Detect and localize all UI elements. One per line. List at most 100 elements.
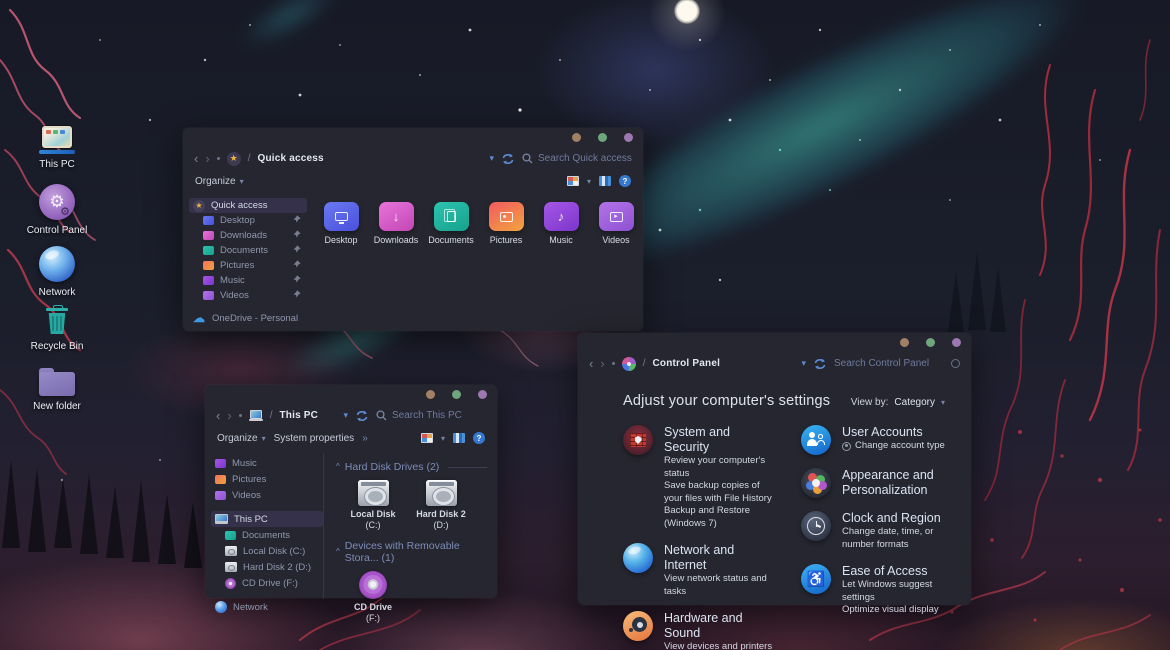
address-dropdown-icon[interactable]: ▾: [801, 358, 806, 369]
drive-hard-disk-2[interactable]: Hard Disk 2(D:): [412, 480, 470, 531]
window-control-dot-1[interactable]: [900, 338, 909, 347]
refresh-icon[interactable]: [501, 153, 515, 165]
folder-tile-music[interactable]: ♪Music: [543, 202, 579, 245]
view-by-value[interactable]: Category: [894, 397, 935, 408]
window-control-dot-3[interactable]: [624, 133, 633, 142]
recent-locations-icon[interactable]: [612, 362, 615, 365]
search-options-icon[interactable]: [951, 359, 960, 368]
back-button[interactable]: ‹: [216, 409, 220, 422]
recent-locations-icon[interactable]: [239, 414, 242, 417]
sidebar-item-documents[interactable]: Documents: [221, 527, 323, 543]
window-control-dot-2[interactable]: [598, 133, 607, 142]
view-dropdown-icon[interactable]: ▾: [441, 434, 445, 443]
forward-button[interactable]: ›: [600, 357, 604, 370]
organize-button[interactable]: Organize▾: [217, 433, 266, 444]
desktop-icon-control-panel[interactable]: ⚙⚙Control Panel: [22, 184, 92, 236]
sidebar-item-documents[interactable]: Documents: [199, 243, 307, 258]
sidebar-item-hard-disk-2-d-[interactable]: Hard Disk 2 (D:): [221, 559, 323, 575]
help-icon[interactable]: ?: [619, 175, 631, 187]
sidebar-item-videos[interactable]: Videos: [211, 487, 323, 503]
category-title[interactable]: Network and Internet: [664, 543, 773, 573]
address-path[interactable]: Quick access: [257, 153, 323, 164]
refresh-icon[interactable]: [355, 410, 369, 422]
organize-button[interactable]: Organize▾: [195, 176, 244, 187]
back-button[interactable]: ‹: [194, 152, 198, 165]
sidebar-item-pictures[interactable]: Pictures: [211, 471, 323, 487]
category-title[interactable]: Hardware and Sound: [664, 611, 773, 641]
category-link[interactable]: View devices and printers: [664, 641, 773, 650]
recent-locations-icon[interactable]: [217, 157, 220, 160]
category-link[interactable]: View network status and tasks: [664, 573, 773, 598]
folder-tile-pictures[interactable]: Pictures: [488, 202, 524, 245]
folder-tile-videos[interactable]: ▸Videos: [598, 202, 634, 245]
toolbar-overflow-icon[interactable]: »: [362, 433, 368, 444]
sidebar-item-label: This PC: [234, 514, 268, 525]
back-button[interactable]: ‹: [589, 357, 593, 370]
view-thumbnails-icon[interactable]: [567, 176, 579, 186]
category-title[interactable]: User Accounts: [842, 425, 945, 440]
address-dropdown-icon[interactable]: ▾: [489, 153, 494, 164]
sidebar-item-this-pc[interactable]: This PC: [211, 511, 323, 527]
search-box[interactable]: Search This PC: [376, 410, 486, 421]
category-link[interactable]: Optimize visual display: [842, 604, 951, 617]
group-header[interactable]: ^Devices with Removable Stora... (1): [336, 540, 487, 564]
sidebar-item-label: Local Disk (C:): [243, 546, 305, 557]
desktop-icon-recycle-bin[interactable]: Recycle Bin: [22, 304, 92, 352]
collapse-icon[interactable]: ^: [336, 547, 340, 556]
system-properties-button[interactable]: System properties: [274, 433, 355, 444]
window-control-dot-2[interactable]: [926, 338, 935, 347]
view-by-control[interactable]: View by: Category ▾: [851, 397, 945, 408]
address-path[interactable]: Control Panel: [652, 358, 720, 369]
category-title[interactable]: Clock and Region: [842, 511, 951, 526]
preview-pane-icon[interactable]: [599, 176, 611, 186]
category-link[interactable]: Change account type: [842, 440, 945, 453]
window-control-dot-1[interactable]: [426, 390, 435, 399]
folder-tile-desktop[interactable]: Desktop: [323, 202, 359, 245]
sidebar-item-desktop[interactable]: Desktop: [199, 213, 307, 228]
category-title[interactable]: System and Security: [664, 425, 773, 455]
sidebar-item-music[interactable]: Music: [199, 273, 307, 288]
sidebar-item-local-disk-c-[interactable]: Local Disk (C:): [221, 543, 323, 559]
window-control-dot-3[interactable]: [952, 338, 961, 347]
window-control-dot-1[interactable]: [572, 133, 581, 142]
window-control-dot-2[interactable]: [452, 390, 461, 399]
desktop-icon-this-pc[interactable]: This PC: [22, 126, 92, 170]
sidebar-item-onedrive[interactable]: ☁OneDrive - Personal: [189, 311, 307, 326]
collapse-icon[interactable]: ^: [336, 462, 340, 471]
folder-tile-downloads[interactable]: ↓Downloads: [378, 202, 414, 245]
forward-button[interactable]: ›: [205, 152, 209, 165]
refresh-icon[interactable]: [813, 358, 827, 370]
window-control-dot-3[interactable]: [478, 390, 487, 399]
help-icon[interactable]: ?: [473, 432, 485, 444]
category-title[interactable]: Ease of Access: [842, 564, 951, 579]
view-dropdown-icon[interactable]: ▾: [587, 177, 591, 186]
search-box[interactable]: Search Quick access: [522, 153, 632, 164]
sidebar-item-pictures[interactable]: Pictures: [199, 258, 307, 273]
drive-local-disk[interactable]: Local Disk(C:): [344, 480, 402, 531]
category-title[interactable]: Appearance and Personalization: [842, 468, 951, 498]
sidebar-item-cd-drive-f-[interactable]: CD Drive (F:): [221, 575, 323, 591]
sidebar-item-music[interactable]: Music: [211, 455, 323, 471]
category-link[interactable]: Review your computer's status: [664, 455, 773, 480]
category-link[interactable]: Let Windows suggest settings: [842, 579, 951, 604]
category-link[interactable]: Backup and Restore (Windows 7): [664, 505, 773, 530]
sidebar-item-quick-access[interactable]: ★Quick access: [189, 198, 307, 213]
search-box[interactable]: Search Control Panel: [834, 358, 944, 369]
folder-tile-documents[interactable]: Documents: [433, 202, 469, 245]
sidebar-item-label: OneDrive - Personal: [212, 313, 298, 324]
desktop-icon-network[interactable]: Network: [22, 246, 92, 298]
view-thumbnails-icon[interactable]: [421, 433, 433, 443]
desktop-icon-new-folder[interactable]: New folder: [22, 368, 92, 412]
recycle-bin-icon: [42, 304, 72, 336]
address-dropdown-icon[interactable]: ▾: [343, 410, 348, 421]
group-header[interactable]: ^Hard Disk Drives (2): [336, 461, 487, 473]
category-link[interactable]: Save backup copies of your files with Fi…: [664, 480, 773, 505]
address-path[interactable]: This PC: [279, 410, 318, 421]
sidebar-item-network[interactable]: Network: [211, 599, 323, 615]
sidebar-item-downloads[interactable]: Downloads: [199, 228, 307, 243]
preview-pane-icon[interactable]: [453, 433, 465, 443]
forward-button[interactable]: ›: [227, 409, 231, 422]
category-link[interactable]: Change date, time, or number formats: [842, 526, 951, 551]
sidebar-item-videos[interactable]: Videos: [199, 288, 307, 303]
drive-cd-drive[interactable]: CD Drive(F:): [344, 571, 402, 624]
